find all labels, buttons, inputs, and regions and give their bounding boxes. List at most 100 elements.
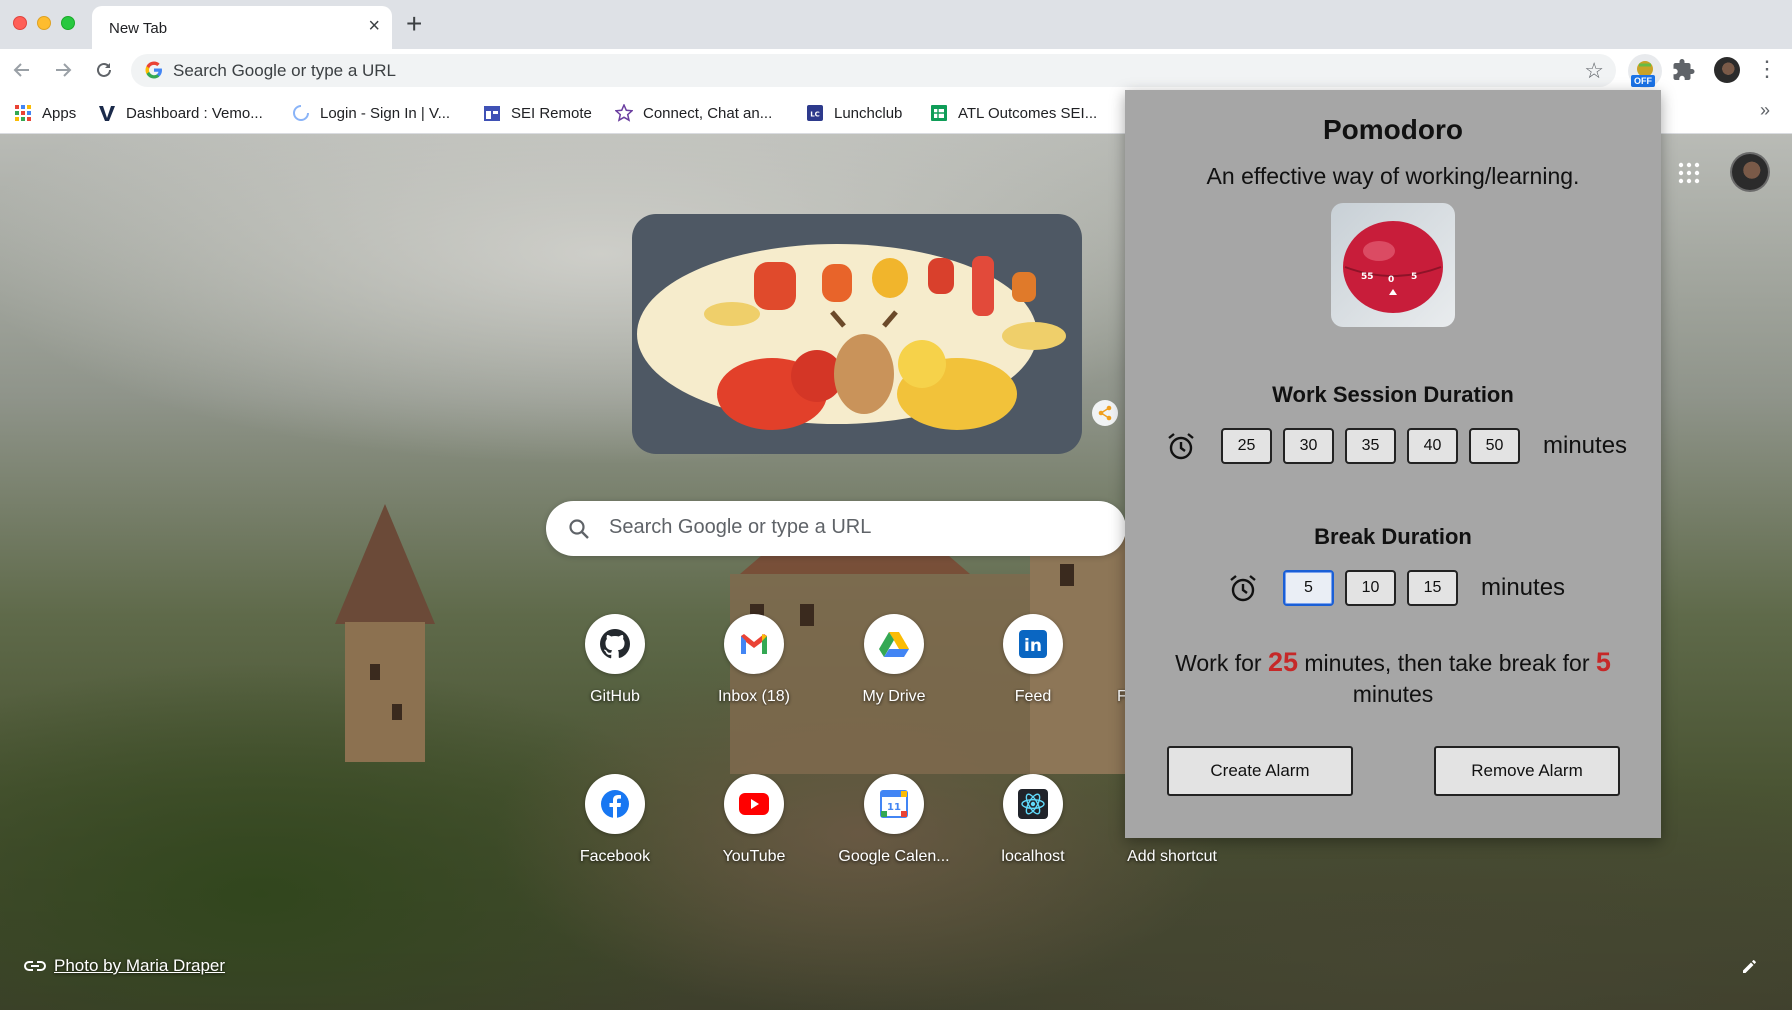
bookmark-atl-outcomes[interactable]: ATL Outcomes SEI... (930, 102, 1097, 124)
summary-break-value: 5 (1595, 647, 1611, 677)
browser-toolbar: Search Google or type a URL ☆ OFF ⋮ (0, 49, 1792, 92)
svg-text:55: 55 (1361, 272, 1374, 282)
shortcut-label: localhost (1001, 848, 1065, 865)
work-30-button[interactable]: 30 (1283, 428, 1334, 464)
bookmark-lunchclub[interactable]: LC Lunchclub (806, 102, 902, 124)
omnibox[interactable]: Search Google or type a URL ☆ (131, 54, 1616, 87)
summary-prefix: Work for (1175, 650, 1268, 676)
bookmark-label: Login - Sign In | V... (320, 104, 451, 122)
reload-icon[interactable] (90, 56, 118, 84)
google-apps-icon[interactable] (1678, 162, 1700, 184)
popup-subtitle: An effective way of working/learning. (1206, 163, 1580, 189)
bookmark-connect[interactable]: Connect, Chat an... (615, 102, 772, 124)
alarm-summary-text: Work for 25 minutes, then take break for… (1145, 647, 1641, 710)
shortcut-feed[interactable]: in Feed (977, 614, 1089, 734)
summary-suffix: minutes (1352, 681, 1434, 707)
shortcut-gmail[interactable]: Inbox (18) (698, 614, 810, 734)
google-doodle[interactable] (632, 214, 1082, 454)
shortcut-localhost[interactable]: localhost (977, 774, 1089, 894)
bookmark-sei-remote[interactable]: SEI Remote (483, 102, 592, 124)
bookmark-label: SEI Remote (511, 104, 592, 122)
tab-close-icon[interactable]: × (368, 16, 380, 36)
window-minimize-button[interactable] (37, 16, 51, 30)
tab-title: New Tab (109, 20, 168, 37)
profile-avatar[interactable] (1714, 57, 1740, 83)
alarm-clock-icon (1168, 433, 1194, 460)
work-duration-row: 25 30 35 40 50 minutes (1165, 428, 1627, 464)
shortcut-label: Facebook (579, 848, 651, 865)
lunar-new-year-doodle-image (637, 244, 1066, 430)
shortcut-github[interactable]: GitHub (559, 614, 671, 734)
github-icon (600, 629, 630, 659)
extension-off-badge: OFF (1631, 75, 1655, 87)
extensions-puzzle-icon[interactable] (1672, 58, 1696, 82)
summary-middle: minutes, then take break for (1298, 650, 1596, 676)
work-25-button[interactable]: 25 (1221, 428, 1272, 464)
pomodoro-popup: Pomodoro An effective way of working/lea… (1125, 90, 1661, 838)
tab-strip: New Tab × + (0, 0, 1792, 49)
ntp-search-box[interactable]: Search Google or type a URL (546, 501, 1126, 556)
linkedin-icon: in (1019, 630, 1047, 658)
shortcut-label: Inbox (18) (717, 688, 791, 705)
customize-pencil-icon[interactable] (1740, 956, 1760, 976)
photo-credit-text: Photo by Maria Draper (54, 956, 226, 975)
ntp-search-input[interactable]: Search Google or type a URL (609, 516, 871, 539)
break-10-button[interactable]: 10 (1345, 570, 1396, 606)
more-menu-icon[interactable]: ⋮ (1756, 56, 1778, 82)
break-5-button[interactable]: 5 (1283, 570, 1334, 606)
apps-grid-icon (15, 105, 31, 121)
bookmark-vemo[interactable]: Dashboard : Vemo... (98, 102, 263, 124)
facebook-icon (601, 790, 629, 818)
shortcut-label: Feed (1014, 688, 1052, 705)
shortcut-label: Add shortcut (1127, 848, 1217, 865)
svg-text:LC: LC (810, 111, 820, 119)
work-35-button[interactable]: 35 (1345, 428, 1396, 464)
bookmark-login[interactable]: Login - Sign In | V... (292, 102, 450, 124)
loading-icon (293, 105, 309, 121)
bookmark-star-icon[interactable]: ☆ (1584, 58, 1604, 84)
svg-text:11: 11 (887, 802, 901, 813)
lunchclub-icon: LC (807, 105, 823, 121)
break-unit-label: minutes (1481, 574, 1566, 601)
svg-text:0: 0 (1388, 275, 1394, 285)
summary-work-value: 25 (1267, 647, 1298, 677)
photo-credit-link[interactable]: Photo by Maria Draper (24, 956, 225, 976)
doodle-share-icon[interactable] (1092, 400, 1118, 426)
work-50-button[interactable]: 50 (1469, 428, 1520, 464)
shortcut-my-drive[interactable]: My Drive (838, 614, 950, 734)
drive-icon (879, 632, 909, 657)
work-40-button[interactable]: 40 (1407, 428, 1458, 464)
google-account-avatar[interactable] (1730, 152, 1770, 192)
bookmark-label: Lunchclub (834, 104, 903, 122)
omnibox-input[interactable]: Search Google or type a URL (173, 61, 396, 81)
remove-alarm-button[interactable]: Remove Alarm (1434, 746, 1620, 796)
window-maximize-button[interactable] (61, 16, 75, 30)
shortcut-youtube[interactable]: YouTube (698, 774, 810, 894)
popup-title: Pomodoro (1323, 114, 1463, 145)
forward-icon[interactable] (49, 56, 77, 84)
new-tab-button[interactable]: + (406, 10, 422, 38)
shortcut-facebook[interactable]: Facebook (559, 774, 671, 894)
window-close-button[interactable] (13, 16, 27, 30)
shortcut-google-calendar[interactable]: 11 Google Calen... (838, 774, 950, 894)
vemo-icon (99, 106, 115, 121)
create-alarm-button[interactable]: Create Alarm (1167, 746, 1353, 796)
work-duration-title: Work Session Duration (1272, 382, 1514, 407)
alarm-clock-icon (1230, 575, 1256, 602)
shortcut-label: My Drive (862, 688, 926, 705)
shortcut-label: YouTube (722, 848, 786, 865)
shortcut-label: GitHub (590, 688, 640, 705)
break-15-button[interactable]: 15 (1407, 570, 1458, 606)
google-g-icon (145, 61, 162, 79)
link-icon (24, 961, 46, 971)
calendar-page-icon (484, 106, 500, 121)
bookmarks-overflow-icon[interactable]: » (1760, 100, 1770, 121)
back-icon[interactable] (8, 56, 36, 84)
bookmark-label: Apps (42, 104, 77, 122)
tomato-timer-image: 55 0 5 (1331, 203, 1455, 327)
bookmark-label: Dashboard : Vemo... (126, 104, 263, 122)
tab-new-tab[interactable]: New Tab × (92, 6, 392, 49)
break-duration-title: Break Duration (1314, 524, 1472, 549)
svg-text:in: in (1024, 636, 1042, 656)
bookmark-apps[interactable]: Apps (14, 102, 76, 124)
